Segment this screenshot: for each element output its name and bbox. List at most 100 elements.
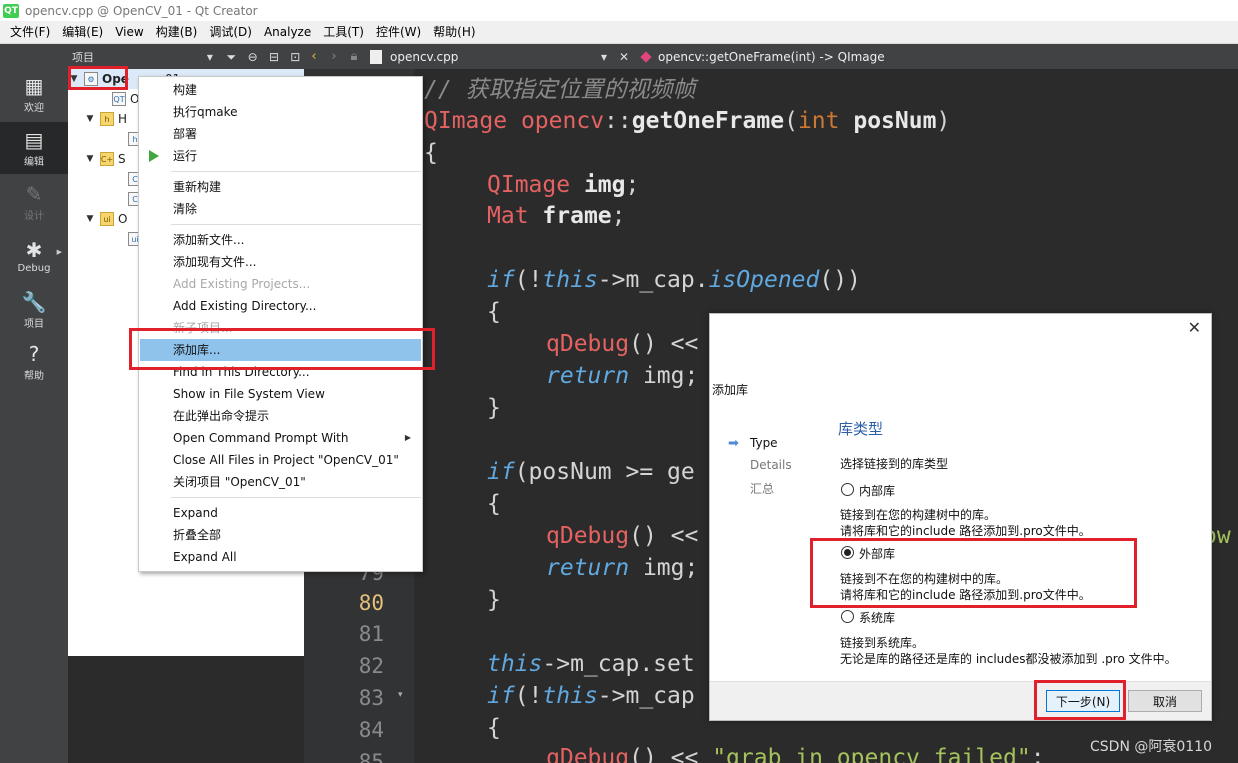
mode-welcome[interactable]: ▦ 欢迎: [0, 68, 68, 120]
cancel-button[interactable]: 取消: [1128, 690, 1202, 712]
menu-tools[interactable]: 工具(T): [317, 21, 370, 44]
radio-internal-library[interactable]: [841, 483, 854, 496]
method-icon: [640, 50, 652, 63]
nav-forward-icon[interactable]: ›: [324, 49, 344, 64]
context-menu-item[interactable]: Expand All: [140, 546, 421, 568]
menu-item-label: 部署: [173, 127, 198, 141]
option-description: 无论是库的路径还是库的 includes都没被添加到 .pro 文件中。: [840, 652, 1177, 666]
link-icon[interactable]: ⊖: [244, 48, 261, 66]
option-description: 链接到系统库。: [840, 636, 925, 650]
window-title: opencv.cpp @ OpenCV_01 - Qt Creator: [25, 3, 258, 18]
menu-item-label: Close All Files in Project "OpenCV_01": [173, 453, 399, 467]
highlight-box-project-root: [68, 66, 128, 90]
chevron-down-icon[interactable]: ▾: [594, 50, 614, 64]
mode-projects[interactable]: 🔧 项目: [0, 284, 68, 336]
highlight-box-next-button: [1034, 680, 1126, 720]
code-line: qDebug() <<: [546, 331, 699, 357]
radio-label[interactable]: 内部库: [859, 482, 895, 499]
menu-file[interactable]: 文件(F): [4, 21, 56, 44]
mode-debug[interactable]: ✱ Debug ▶: [0, 230, 68, 282]
context-menu-item[interactable]: 关闭项目 "OpenCV_01": [140, 471, 421, 493]
context-menu-item[interactable]: Expand: [140, 502, 421, 524]
close-pane-icon[interactable]: ⊡: [287, 48, 304, 66]
help-icon: ?: [28, 341, 40, 366]
code-line: return img;: [546, 555, 699, 581]
radio-label[interactable]: 系统库: [859, 609, 895, 626]
menu-item-label: 清除: [173, 202, 198, 216]
split-icon[interactable]: ⊟: [265, 48, 282, 66]
document-icon: ▤: [24, 127, 44, 152]
menu-item-label: 关闭项目 "OpenCV_01": [173, 475, 306, 489]
nav-back-icon[interactable]: ‹: [304, 49, 324, 64]
mode-label: Debug: [17, 262, 51, 274]
grid-icon: ▦: [24, 73, 44, 98]
menu-item-label: 折叠全部: [173, 528, 222, 542]
close-icon[interactable]: ✕: [1188, 318, 1201, 337]
menu-analyze[interactable]: Analyze: [258, 21, 317, 44]
menu-item-label: 运行: [173, 149, 198, 163]
context-menu-item[interactable]: 构建: [140, 79, 421, 101]
fold-marker-icon[interactable]: ▾: [398, 690, 403, 700]
context-menu-item[interactable]: Open Command Prompt With ▶: [140, 427, 421, 449]
filter-icon[interactable]: ⏷: [223, 48, 240, 66]
chevron-down-icon[interactable]: ▼: [84, 154, 96, 164]
highlight-box-add-library: [129, 328, 435, 370]
menu-window[interactable]: 控件(W): [370, 21, 427, 44]
lock-icon: 🔒︎: [350, 49, 358, 64]
context-menu-item[interactable]: 部署: [140, 123, 421, 145]
radio-system-library[interactable]: [841, 610, 854, 623]
code-line: if(!this->m_cap.isOpened()): [487, 267, 861, 293]
wizard-step-summary: 汇总: [750, 482, 775, 496]
bug-icon: ✱: [25, 237, 43, 262]
context-menu-item[interactable]: 添加新文件...: [140, 229, 421, 251]
arrow-right-icon: ➡: [728, 436, 739, 451]
context-menu-item[interactable]: 运行: [140, 145, 421, 167]
menu-edit[interactable]: 编辑(E): [56, 21, 109, 44]
code-line: if(posNum >= ge: [487, 459, 695, 485]
symbol-combo[interactable]: opencv::getOneFrame(int) -> QImage: [640, 50, 885, 64]
context-menu-item[interactable]: Add Existing Directory...: [140, 295, 421, 317]
page-title: 库类型: [838, 420, 884, 438]
mode-design[interactable]: ✎ 设计: [0, 176, 68, 228]
context-menu-item[interactable]: 清除: [140, 198, 421, 220]
chevron-down-icon[interactable]: ▼: [84, 114, 96, 124]
chevron-down-icon[interactable]: ▾: [201, 48, 218, 66]
context-menu: 构建 执行qmake 部署运行重新构建清除添加新文件... 添加现有文件... Add …: [138, 76, 423, 572]
context-menu-item[interactable]: Show in File System View: [140, 383, 421, 405]
triangle-right-icon: ▶: [56, 248, 62, 256]
mode-bar: ▦ 欢迎 ▤ 编辑 ✎ 设计 ✱ Debug ▶ 🔧 项目 ? 帮助: [0, 44, 68, 763]
menu-separator: [171, 171, 421, 172]
menu-build[interactable]: 构建(B): [150, 21, 204, 44]
context-menu-item[interactable]: 添加现有文件...: [140, 251, 421, 273]
code-line: return img;: [546, 363, 699, 389]
wrench-icon: 🔧: [21, 289, 47, 314]
context-menu-item[interactable]: Close All Files in Project "OpenCV_01": [140, 449, 421, 471]
menu-help[interactable]: 帮助(H): [427, 21, 481, 44]
code-line: {: [487, 715, 501, 741]
close-icon[interactable]: ✕: [614, 50, 634, 64]
line-number: 81: [358, 622, 384, 646]
code-line: {: [487, 491, 501, 517]
mode-help[interactable]: ? 帮助: [0, 336, 68, 388]
line-number: 83: [358, 686, 384, 710]
folder-icon: C+: [100, 152, 114, 166]
line-number: 84: [358, 718, 384, 742]
chevron-down-icon[interactable]: ▼: [84, 214, 96, 224]
pencil-icon: ✎: [25, 181, 43, 206]
menu-separator: [171, 497, 421, 498]
menu-bar: 文件(F) 编辑(E) View 构建(B) 调试(D) Analyze 工具(…: [0, 21, 1238, 44]
project-view-combo[interactable]: 项目: [72, 49, 197, 65]
context-menu-item[interactable]: 在此弹出命令提示: [140, 405, 421, 427]
highlight-box-external-library: [810, 538, 1137, 608]
code-line: qDebug() << "grab in opencv failed";: [546, 745, 1045, 763]
menu-view[interactable]: View: [109, 21, 149, 44]
mode-edit[interactable]: ▤ 编辑: [0, 122, 68, 174]
context-menu-item[interactable]: 重新构建: [140, 176, 421, 198]
menu-item-label: Expand: [173, 506, 218, 520]
context-menu-item[interactable]: 折叠全部: [140, 524, 421, 546]
menu-debug[interactable]: 调试(D): [203, 21, 258, 44]
menu-item-label: Show in File System View: [173, 387, 325, 401]
open-file-combo[interactable]: opencv.cpp: [364, 49, 594, 64]
context-menu-item[interactable]: 执行qmake: [140, 101, 421, 123]
mode-label: 编辑: [24, 156, 44, 168]
